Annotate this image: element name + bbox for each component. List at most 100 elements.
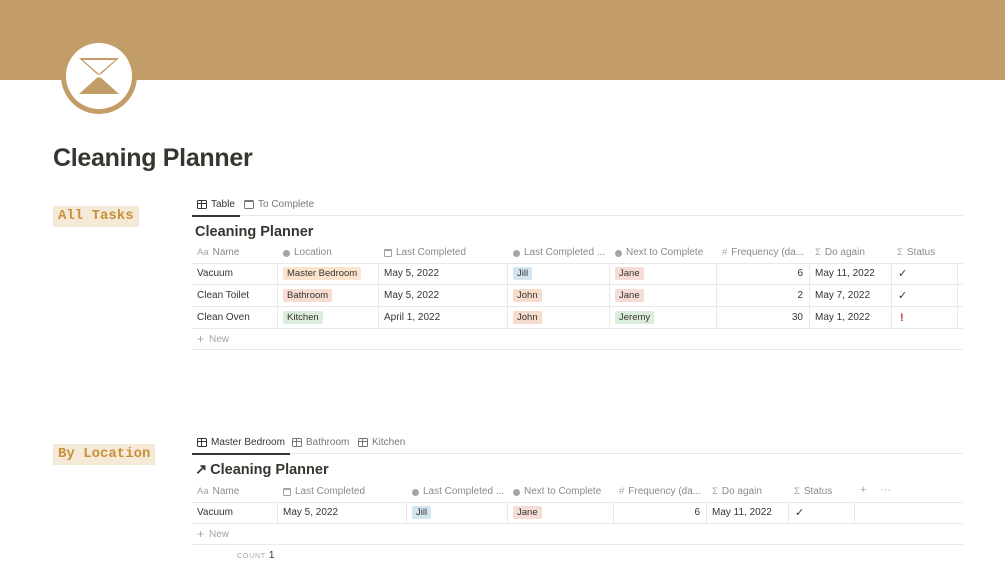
formula-property-icon: Σ xyxy=(794,486,800,497)
cell-name[interactable]: Clean Toilet xyxy=(192,285,278,307)
tab-label: Table xyxy=(211,198,235,210)
add-property-icon[interactable]: + xyxy=(860,484,866,496)
tab-kitchen[interactable]: Kitchen xyxy=(358,430,405,454)
cell-status[interactable]: ✓ xyxy=(789,502,855,524)
table-icon xyxy=(358,437,368,447)
column-header-location[interactable]: Location xyxy=(278,242,379,264)
column-header-frequency[interactable]: # Frequency (da... xyxy=(614,481,707,503)
header-label: Last Completed xyxy=(396,247,467,258)
cell-last-completed[interactable]: May 5, 2022 xyxy=(379,285,508,307)
column-header-next-to-complete[interactable]: Next to Complete xyxy=(508,481,614,503)
table-row[interactable]: Clean Toilet Bathroom May 5, 2022 John J… xyxy=(192,285,963,307)
count-label: COUNT xyxy=(237,553,266,560)
select-property-icon xyxy=(412,488,419,496)
cell-do-again[interactable]: May 11, 2022 xyxy=(810,263,892,285)
table-row[interactable]: Vacuum Master Bedroom May 5, 2022 Jill J… xyxy=(192,263,963,285)
cell-status[interactable]: ! xyxy=(892,307,958,329)
column-header-frequency[interactable]: # Frequency (da... xyxy=(717,242,810,264)
new-row-button[interactable]: + New xyxy=(192,329,963,350)
cell-location[interactable]: Master Bedroom xyxy=(278,263,379,285)
column-header-next-to-complete[interactable]: Next to Complete xyxy=(610,242,717,264)
column-header-name[interactable]: Aa Name xyxy=(192,242,278,264)
column-header-last-completed-by[interactable]: Last Completed ... xyxy=(407,481,508,503)
column-header-name[interactable]: Aa Name xyxy=(192,481,278,503)
header-label: Name xyxy=(212,247,240,258)
tab-table[interactable]: Table xyxy=(192,192,240,217)
cell-frequency[interactable]: 2 xyxy=(717,285,810,307)
checkmark-icon: ✓ xyxy=(898,290,908,302)
table-row[interactable]: Clean Oven Kitchen April 1, 2022 John Je… xyxy=(192,307,963,329)
table-row[interactable]: Vacuum May 5, 2022 Jill Jane 6 May 11, 2… xyxy=(192,502,963,524)
cell-last-completed[interactable]: May 5, 2022 xyxy=(379,263,508,285)
column-header-last-completed-by[interactable]: Last Completed ... xyxy=(508,242,610,264)
select-property-icon xyxy=(283,249,290,257)
column-header-last-completed[interactable]: Last Completed xyxy=(379,242,508,264)
column-header-status[interactable]: Σ Status xyxy=(789,481,855,503)
tab-to-complete[interactable]: To Complete xyxy=(244,192,314,216)
new-row-button[interactable]: + New xyxy=(192,524,963,545)
cell-status[interactable]: ✓ xyxy=(892,263,958,285)
header-label: Location xyxy=(294,247,332,258)
tab-master-bedroom[interactable]: Master Bedroom xyxy=(192,430,290,455)
cell-do-again[interactable]: May 11, 2022 xyxy=(707,502,789,524)
cell-next-to-complete[interactable]: Jane xyxy=(610,285,717,307)
cell-last-completed[interactable]: May 5, 2022 xyxy=(278,502,407,524)
header-label: Status xyxy=(906,247,936,258)
cell-last-completed-by[interactable]: Jill xyxy=(407,502,508,524)
location-tag: Master Bedroom xyxy=(283,267,362,280)
cell-do-again[interactable]: May 7, 2022 xyxy=(810,285,892,307)
hourglass-icon[interactable] xyxy=(59,36,139,116)
cell-next-to-complete[interactable]: Jane xyxy=(508,502,614,524)
cell-frequency[interactable]: 6 xyxy=(717,263,810,285)
cell-location[interactable]: Kitchen xyxy=(278,307,379,329)
tab-label: To Complete xyxy=(258,198,315,210)
person-tag: Jill xyxy=(412,506,432,519)
text-property-icon: Aa xyxy=(197,247,209,258)
cell-status[interactable]: ✓ xyxy=(892,285,958,307)
tab-bathroom[interactable]: Bathroom xyxy=(292,430,349,454)
cell-next-to-complete[interactable]: Jane xyxy=(610,263,717,285)
linked-database-title[interactable]: ↗ Cleaning Planner xyxy=(195,462,329,478)
tab-label: Bathroom xyxy=(306,436,350,448)
header-label: Status xyxy=(803,486,833,497)
location-tag: Bathroom xyxy=(283,289,333,302)
column-header-status[interactable]: Σ Status xyxy=(892,242,958,264)
plus-icon: + xyxy=(197,331,205,346)
header-label: Next to Complete xyxy=(626,247,704,258)
tab-label: Master Bedroom xyxy=(211,436,285,448)
formula-property-icon: Σ xyxy=(815,247,821,258)
person-tag: Jane xyxy=(513,506,542,519)
cell-name[interactable]: Vacuum xyxy=(192,263,278,285)
database-title[interactable]: Cleaning Planner xyxy=(195,224,313,240)
cell-frequency[interactable]: 30 xyxy=(717,307,810,329)
header-label: Last Completed ... xyxy=(524,247,606,258)
cell-last-completed-by[interactable]: Jill xyxy=(508,263,610,285)
column-header-do-again[interactable]: Σ Do again xyxy=(707,481,789,503)
column-header-last-completed[interactable]: Last Completed xyxy=(278,481,407,503)
person-tag: Jill xyxy=(513,267,533,280)
more-options-icon[interactable]: ··· xyxy=(880,484,891,496)
count-aggregate[interactable]: COUNT 1 xyxy=(237,550,274,561)
column-header-do-again[interactable]: Σ Do again xyxy=(810,242,892,264)
cell-last-completed-by[interactable]: John xyxy=(508,285,610,307)
cell-do-again[interactable]: May 1, 2022 xyxy=(810,307,892,329)
cell-next-to-complete[interactable]: Jeremy xyxy=(610,307,717,329)
table-icon xyxy=(197,199,207,209)
page-cover xyxy=(0,0,1005,80)
new-label: New xyxy=(209,333,230,345)
cell-last-completed[interactable]: April 1, 2022 xyxy=(379,307,508,329)
select-property-icon xyxy=(513,249,520,257)
number-property-icon: # xyxy=(619,486,625,497)
cell-location[interactable]: Bathroom xyxy=(278,285,379,307)
cell-frequency[interactable]: 6 xyxy=(614,502,707,524)
table-header: Aa Name Last Completed Last Completed ...… xyxy=(192,481,963,503)
cell-name[interactable]: Clean Oven xyxy=(192,307,278,329)
cell-name[interactable]: Vacuum xyxy=(192,502,278,524)
cell-last-completed-by[interactable]: John xyxy=(508,307,610,329)
table-icon xyxy=(197,437,207,447)
header-label: Last Completed ... xyxy=(423,486,505,497)
person-tag: John xyxy=(513,311,542,324)
table-icon xyxy=(292,437,302,447)
formula-property-icon: Σ xyxy=(712,486,718,497)
header-label: Frequency (da... xyxy=(731,247,805,258)
